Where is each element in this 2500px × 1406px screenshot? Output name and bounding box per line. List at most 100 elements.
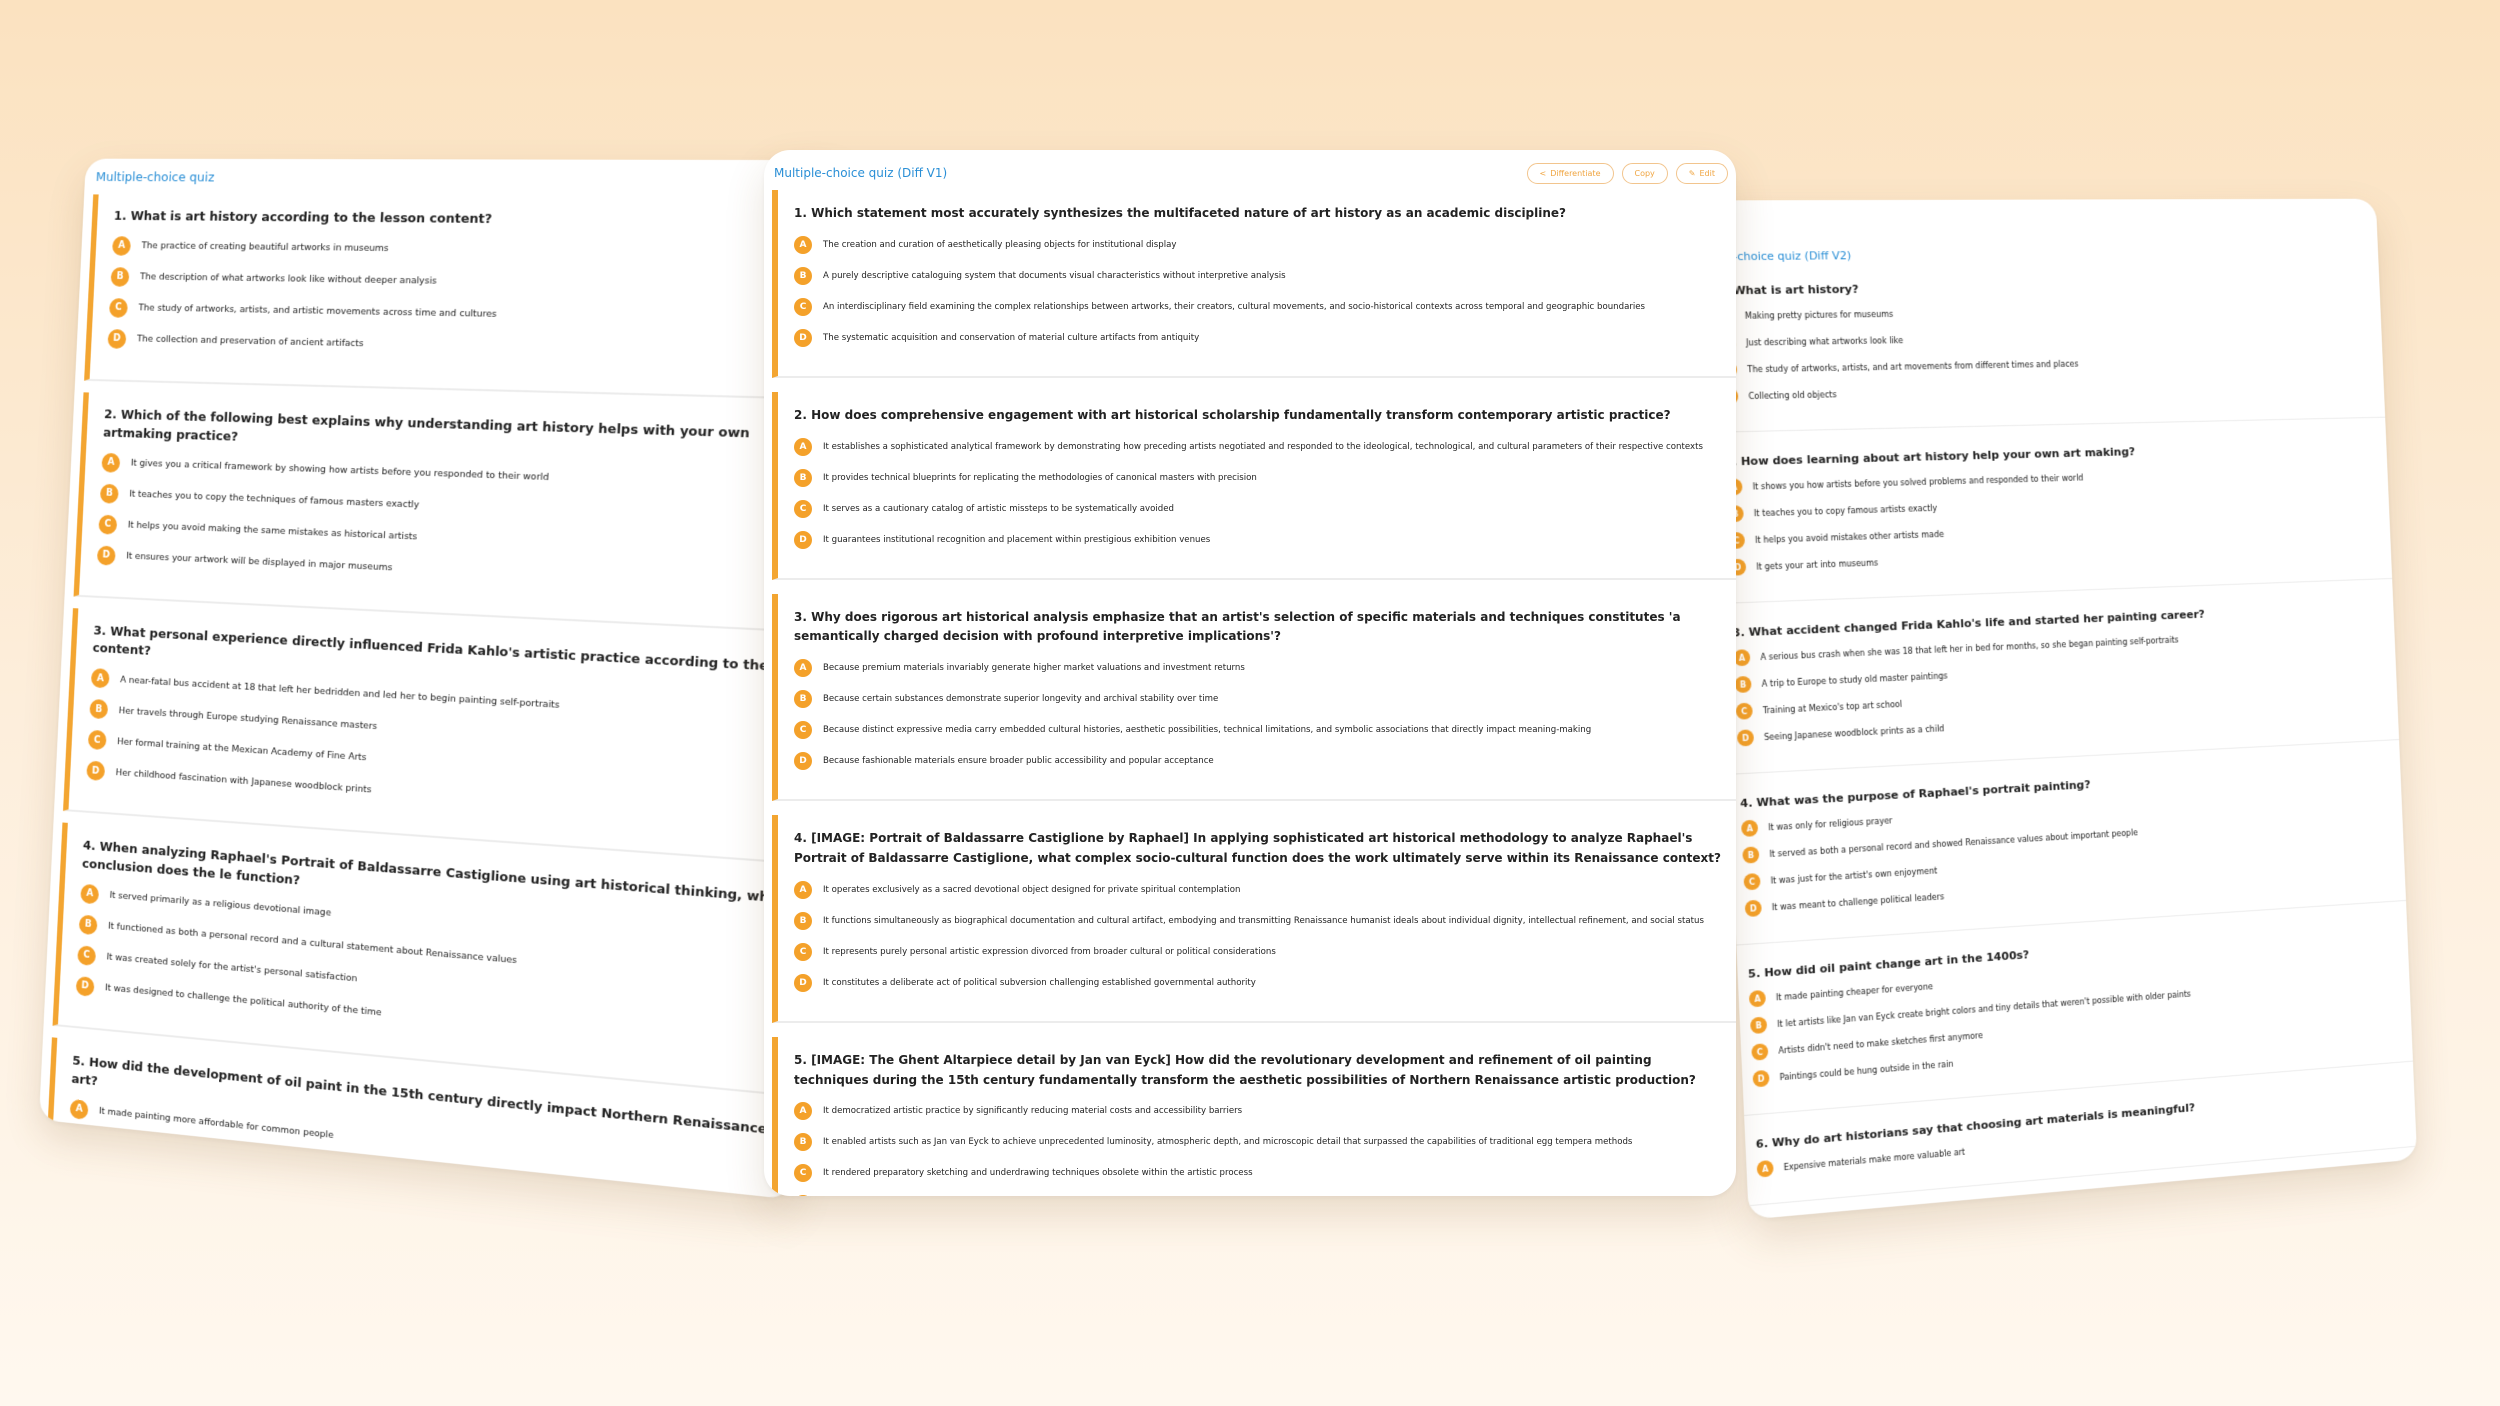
- option-letter-badge: A: [794, 1102, 812, 1120]
- answer-option[interactable]: C It serves as a cautionary catalog of ar…: [794, 500, 1726, 518]
- option-text: It represents purely personal artistic e…: [823, 947, 1276, 957]
- option-text: It made artworks completely waterproof f…: [94, 1198, 359, 1199]
- question-text: 4. [IMAGE: Portrait of Baldassarre Casti…: [794, 829, 1726, 869]
- option-letter-badge: D: [794, 329, 812, 347]
- option-text: The study of artworks, artists, and arti…: [138, 303, 497, 320]
- option-text: It gives you a critical framework by sho…: [131, 458, 550, 483]
- option-text: A purely descriptive cataloguing system …: [823, 271, 1286, 281]
- question-block: 2. Which of the following best explains …: [74, 392, 834, 633]
- option-letter-badge: C: [109, 298, 128, 318]
- option-letter-badge: C: [794, 500, 812, 518]
- answer-option[interactable]: D Because fashionable materials ensure br…: [794, 752, 1726, 770]
- option-text: It rendered preparatory sketching and un…: [823, 1168, 1253, 1178]
- answer-option[interactable]: A It democratized artistic practice by si…: [794, 1102, 1726, 1120]
- differentiate-label: Differentiate: [1550, 169, 1600, 178]
- share-icon: <: [1540, 169, 1547, 178]
- option-letter-badge: B: [68, 1129, 87, 1150]
- option-text: Expensive materials make more valuable a…: [1784, 1147, 1966, 1172]
- option-text: A serious bus crash when she was 18 that…: [1760, 635, 2179, 662]
- option-letter-badge: A: [1757, 1160, 1774, 1178]
- differentiate-button[interactable]: < Differentiate: [1527, 163, 1614, 184]
- answer-option[interactable]: D It made artworks completely waterproof …: [65, 1191, 778, 1200]
- option-letter-badge: A: [1749, 990, 1766, 1008]
- answer-option[interactable]: B It enabled artists such as Jan van Eyck…: [794, 1133, 1726, 1151]
- answer-option[interactable]: B A purely descriptive cataloguing system…: [794, 267, 1726, 285]
- option-text: It guarantees institutional recognition …: [823, 535, 1210, 545]
- edit-button[interactable]: ✎ Edit: [1676, 163, 1728, 184]
- answer-option[interactable]: A It establishes a sophisticated analytic…: [794, 438, 1726, 456]
- answer-option[interactable]: C The study of artworks, artists, and art…: [109, 298, 829, 331]
- option-letter-badge: C: [794, 1164, 812, 1182]
- option-text: It was just for the artist's own enjoyme…: [1770, 866, 1937, 885]
- option-letter-badge: D: [794, 752, 812, 770]
- quiz-card-original: Multiple-choice quiz 1. What is art hist…: [39, 159, 847, 1200]
- option-letter-badge: B: [794, 1133, 812, 1151]
- option-text: It provides technical blueprints for rep…: [823, 473, 1257, 483]
- option-text: It helps you avoid making the same mista…: [128, 520, 418, 543]
- option-letter-badge: C: [77, 945, 96, 966]
- answer-option[interactable]: B The description of what artworks look l…: [110, 267, 830, 298]
- card-header: Multiple-choice quiz: [84, 159, 847, 195]
- answer-option[interactable]: D It constitutes a deliberate act of poli…: [794, 974, 1726, 992]
- answer-option[interactable]: B It functions simultaneously as biograph…: [794, 912, 1726, 930]
- option-letter-badge: B: [1734, 676, 1751, 693]
- question-block: 3. What accident changed Frida Kahlo's l…: [1721, 589, 2399, 775]
- option-text: It serves as a cautionary catalog of art…: [823, 504, 1174, 514]
- option-letter-badge: A: [112, 236, 131, 256]
- option-letter-badge: A: [101, 452, 120, 472]
- option-text: It ensures your artwork will be displaye…: [126, 551, 393, 574]
- answer-option[interactable]: A The creation and curation of aesthetica…: [794, 236, 1726, 254]
- copy-button[interactable]: Copy: [1622, 163, 1668, 184]
- option-letter-badge: D: [65, 1191, 84, 1200]
- option-letter-badge: C: [1751, 1043, 1768, 1061]
- option-text: Her childhood fascination with Japanese …: [115, 767, 371, 795]
- answer-option[interactable]: A It operates exclusively as a sacred dev…: [794, 881, 1726, 899]
- option-letter-badge: D: [1737, 729, 1754, 746]
- option-text: The collection and preservation of ancie…: [137, 334, 364, 350]
- option-text: It made painting cheaper for everyone: [1776, 982, 1933, 1002]
- answer-option[interactable]: C Because distinct expressive media carry…: [794, 721, 1726, 739]
- answer-option[interactable]: B It provides technical blueprints for re…: [794, 469, 1726, 487]
- option-letter-badge: B: [1750, 1017, 1767, 1035]
- option-text: It establishes a sophisticated analytica…: [823, 442, 1703, 452]
- answer-option[interactable]: DCollecting old objects: [1721, 376, 2375, 405]
- answer-option[interactable]: D The systematic acquisition and conserva…: [794, 329, 1726, 347]
- question-text: 2. How does comprehensive engagement wit…: [794, 406, 1726, 426]
- answer-option[interactable]: A Because premium materials invariably ge…: [794, 659, 1726, 677]
- option-text: It functions simultaneously as biographi…: [823, 916, 1704, 926]
- answer-option[interactable]: DIt created completely weather-resistant…: [794, 1195, 1726, 1196]
- answer-option[interactable]: AMaking pretty pictures for museums: [1718, 300, 2372, 324]
- option-letter-badge: C: [794, 721, 812, 739]
- question-block: 5. [IMAGE: The Ghent Altarpiece detail b…: [772, 1037, 1736, 1196]
- option-text: It teaches you to copy famous artists ex…: [1754, 503, 1938, 518]
- option-text: It shows you how artists before you solv…: [1752, 473, 2083, 491]
- option-text: The study of artworks, artists, and art …: [1747, 359, 2079, 374]
- option-letter-badge: A: [794, 236, 812, 254]
- answer-option[interactable]: A The practice of creating beautiful artw…: [112, 236, 832, 264]
- answer-option[interactable]: C An interdisciplinary field examining th…: [794, 298, 1726, 316]
- option-text: It was only for religious prayer: [1768, 816, 1893, 832]
- answer-option[interactable]: C It rendered preparatory sketching and u…: [794, 1164, 1726, 1182]
- option-letter-badge: A: [1741, 820, 1758, 837]
- question-block: 2. How does learning about art history h…: [1713, 427, 2392, 604]
- option-text: It was meant to challenge political lead…: [1772, 892, 1945, 912]
- answer-option[interactable]: B Because certain substances demonstrate …: [794, 690, 1726, 708]
- option-letter-badge: D: [1752, 1070, 1769, 1088]
- option-letter-badge: B: [1742, 846, 1759, 863]
- option-letter-badge: B: [89, 699, 108, 719]
- question-block: 3. Why does rigorous art historical anal…: [772, 594, 1736, 802]
- option-letter-badge: C: [88, 730, 107, 750]
- answer-option[interactable]: CThe study of artworks, artists, and art…: [1720, 351, 2374, 378]
- answer-option[interactable]: BJust describing what artworks look like: [1719, 325, 2373, 351]
- option-letter-badge: C: [794, 943, 812, 961]
- answer-option[interactable]: D The collection and preservation of anci…: [107, 329, 826, 364]
- quiz-card-diff-v1: Multiple-choice quiz (Diff V1) < Differe…: [764, 150, 1736, 1196]
- question-list: 1. What is art history?AMaking pretty pi…: [1705, 262, 2416, 1206]
- header-actions: < Differentiate Copy ✎ Edit: [1527, 163, 1728, 184]
- answer-option[interactable]: C It represents purely personal artistic …: [794, 943, 1726, 961]
- answer-option[interactable]: D It guarantees institutional recognition…: [794, 531, 1726, 549]
- question-block: 1. What is art history? AMaking pretty pi…: [1705, 266, 2385, 433]
- option-text: It democratized artistic practice by sig…: [823, 1106, 1242, 1116]
- option-letter-badge: B: [110, 267, 129, 287]
- question-block: 2. How does comprehensive engagement wit…: [772, 392, 1736, 580]
